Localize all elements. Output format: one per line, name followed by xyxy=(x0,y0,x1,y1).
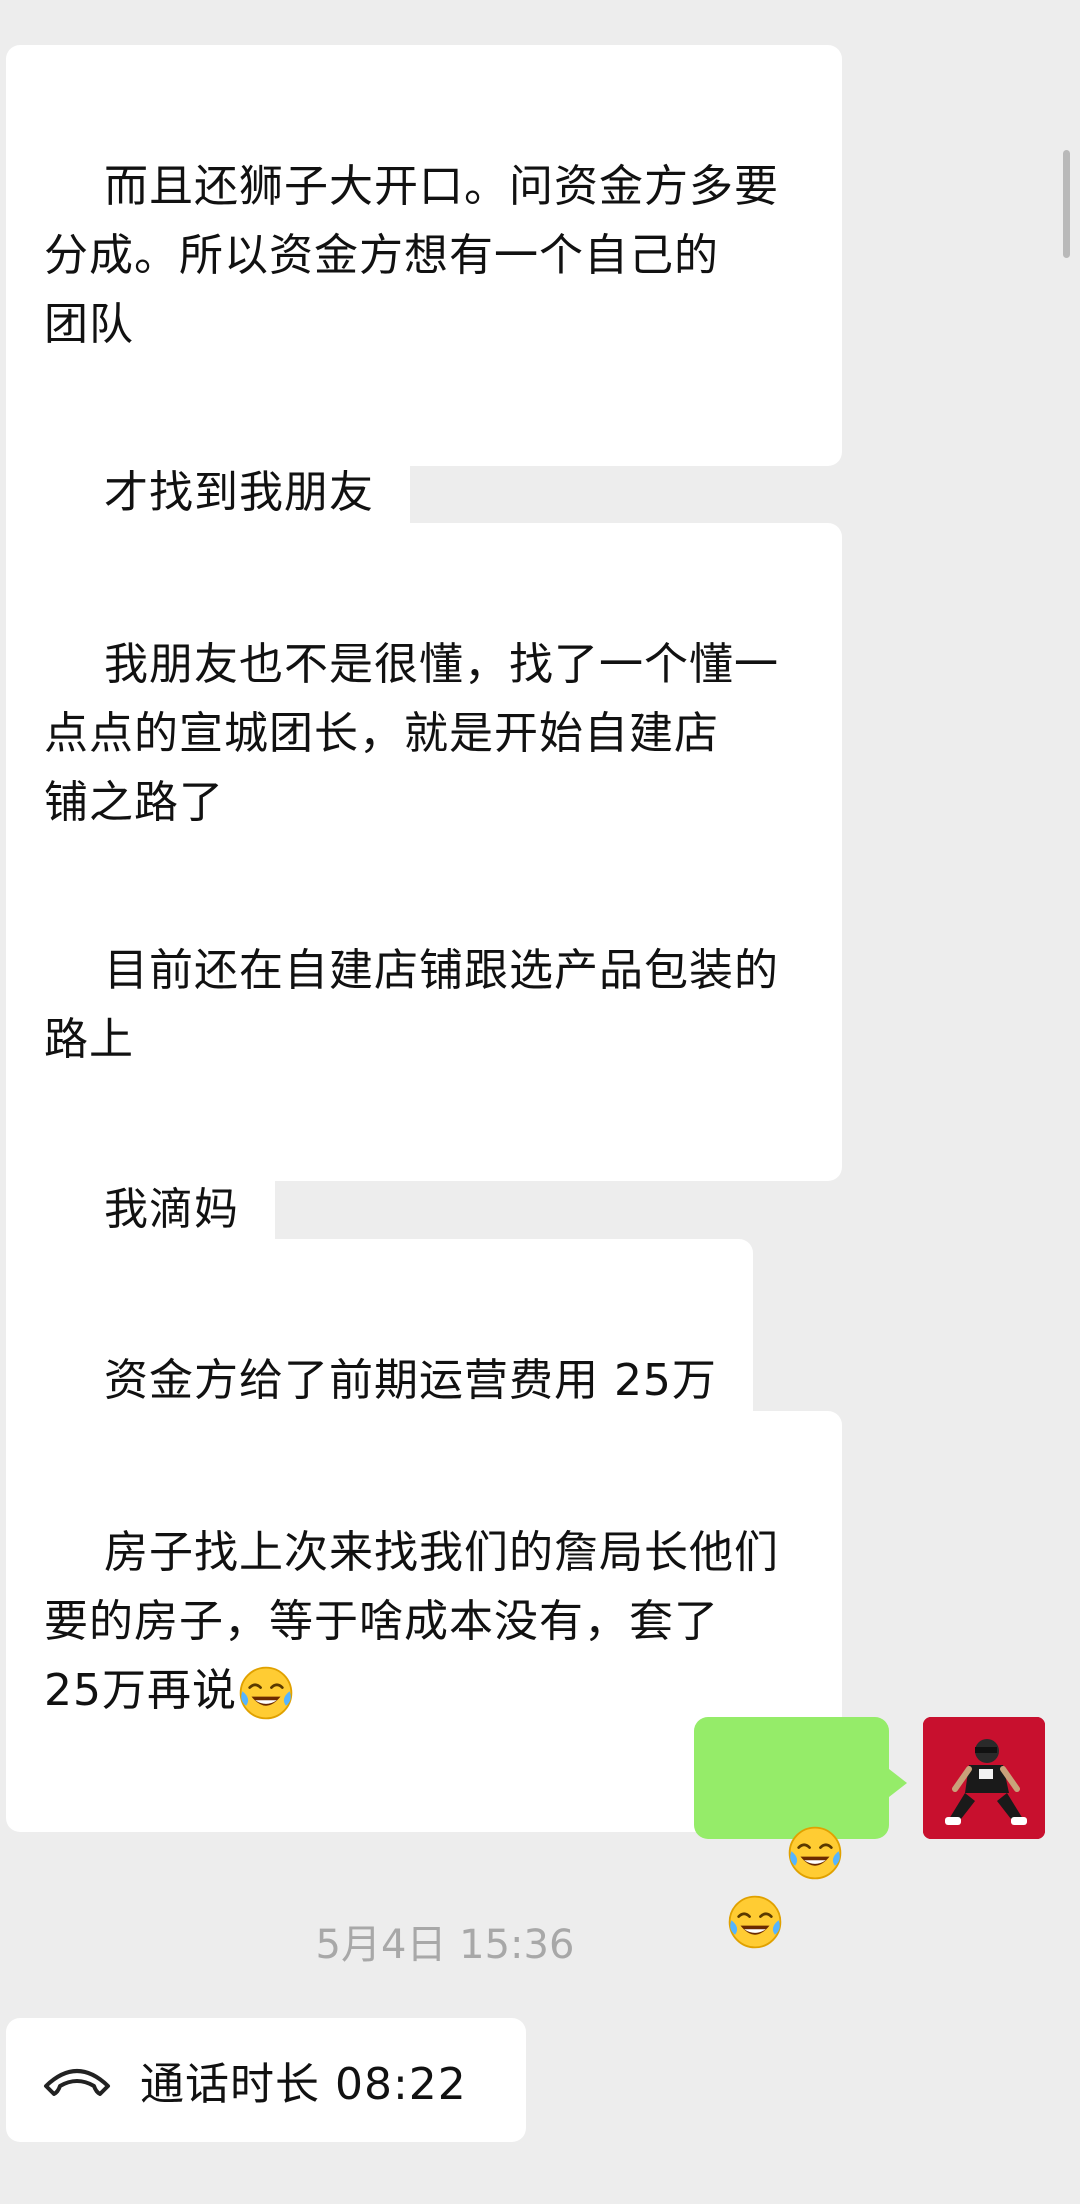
scrollbar[interactable] xyxy=(1063,150,1070,258)
crying-laughing-emoji xyxy=(237,1664,295,1722)
message-text: 才找到我朋友 xyxy=(103,467,374,518)
self-message-bubble[interactable] xyxy=(694,1717,907,1839)
chat-view: 而且还狮子大开口。问资金方多要 分成。所以资金方想有一个自己的 团队 才找到我朋… xyxy=(0,0,1080,2204)
crying-laughing-emoji xyxy=(786,1824,844,1882)
call-duration-label: 通话时长 08:22 xyxy=(140,2059,467,2110)
message-text: 而且还狮子大开口。问资金方多要 分成。所以资金方想有一个自己的 团队 xyxy=(44,161,779,350)
message-text: 资金方给了前期运营费用 25万 xyxy=(103,1355,717,1406)
message-text: 房子找上次来找我们的詹局长他们 要的房子，等于啥成本没有，套了 25万再说 xyxy=(44,1527,779,1716)
message-timestamp: 5月4日 15:36 xyxy=(315,1922,575,1968)
call-record-bubble[interactable]: 通话时长 08:22 xyxy=(6,2018,526,2142)
avatar[interactable] xyxy=(923,1717,1045,1839)
message-text: 我滴妈 xyxy=(103,1184,239,1235)
phone-hangup-icon xyxy=(44,2069,110,2096)
message-text: 我朋友也不是很懂，找了一个懂一 点点的宣城团长，就是开始自建店 铺之路了 xyxy=(44,639,779,828)
person-avatar-icon xyxy=(923,1717,1045,1839)
message-text: 目前还在自建店铺跟选产品包装的 路上 xyxy=(44,945,779,1065)
